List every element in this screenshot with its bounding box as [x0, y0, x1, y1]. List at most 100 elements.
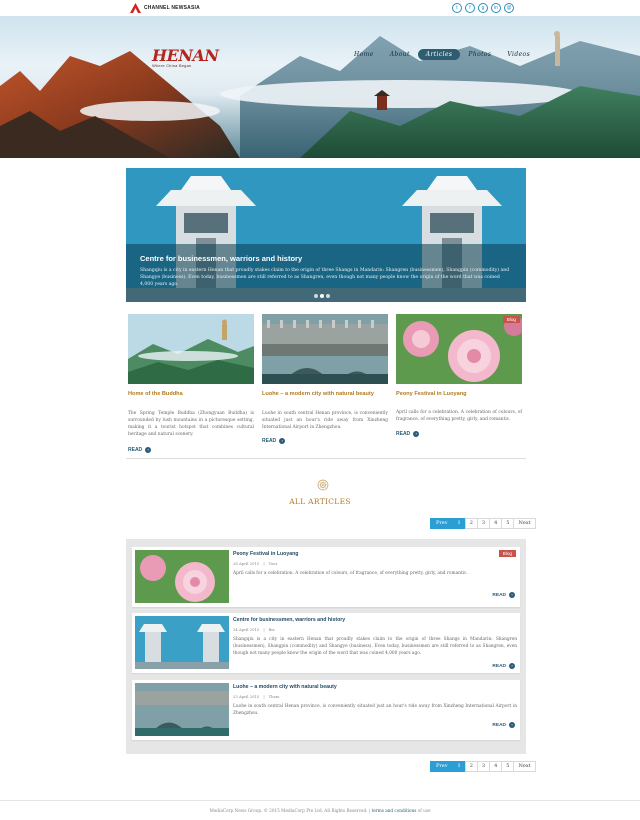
featured-card-peony: Blog Peony Festival in Luoyang April cal… [396, 314, 522, 437]
read-label: READ [492, 663, 506, 669]
googleplus-icon[interactable]: g [478, 3, 488, 13]
pagination-prev[interactable]: Prev [430, 761, 454, 772]
featured-title[interactable]: Luohe – a modern city with natural beaut… [262, 391, 374, 397]
nav-videos[interactable]: Videos [499, 49, 538, 60]
cna-logo[interactable]: CHANNEL NEWSASIA [130, 3, 200, 13]
article-tag[interactable]: Tour [269, 561, 278, 566]
read-more-link[interactable]: READ › [492, 592, 515, 598]
article-date: 23 April 2015 [233, 694, 260, 699]
article-title[interactable]: Centre for businessmen, warriors and his… [233, 617, 345, 623]
featured-thumb[interactable] [262, 314, 388, 384]
buddha-landscape-image [128, 314, 254, 384]
arrow-right-icon: › [509, 722, 515, 728]
article-thumb[interactable] [135, 683, 229, 736]
main-nav: Home About Articles Photos Videos [346, 49, 538, 60]
read-more-link[interactable]: READ › [128, 447, 152, 453]
nav-photos[interactable]: Photos [460, 49, 499, 60]
pagination-bottom: Prev 1 2 3 4 5 Next [430, 761, 536, 772]
arrow-right-icon: › [509, 592, 515, 598]
nav-home[interactable]: Home [346, 49, 382, 60]
featured-card-luohe: Luohe – a modern city with natural beaut… [262, 314, 388, 444]
article-text: Shangqiu is a city in eastern Henan that… [233, 637, 517, 656]
nav-articles[interactable]: Articles [417, 49, 461, 60]
featured-title[interactable]: Home of the Buddha [128, 391, 183, 397]
article-meta: 24 April 2015 | Biz [233, 627, 275, 632]
hero-landscape-image [0, 31, 640, 158]
footer-text: MediaCorp News Group. © 2015 MediaCorp P… [0, 801, 640, 820]
slider-dots [314, 294, 330, 298]
featured-text: Luohe in south central Henan province, i… [262, 411, 388, 430]
article-meta: 28 April 2015 | Tour [233, 561, 277, 566]
featured-thumb[interactable] [128, 314, 254, 384]
luohe-bridge-image [135, 683, 229, 736]
article-card: Centre for businessmen, warriors and his… [132, 613, 520, 673]
read-label: READ [492, 592, 506, 598]
article-title[interactable]: Peony Festival in Luoyang [233, 551, 298, 557]
arrow-right-icon: › [509, 663, 515, 669]
slider-dot[interactable] [326, 294, 330, 298]
article-card: Luohe – a modern city with natural beaut… [132, 680, 520, 740]
featured-slider[interactable]: Centre for businessmen, warriors and his… [126, 168, 526, 302]
article-thumb[interactable] [135, 616, 229, 669]
email-icon[interactable]: @ [504, 3, 514, 13]
cna-logo-icon [130, 3, 141, 13]
read-label: READ [128, 447, 143, 453]
luohe-bridge-image [262, 314, 388, 384]
read-label: READ [492, 722, 506, 728]
article-text: Luohe in south central Henan province, i… [233, 704, 517, 716]
featured-card-buddha: Home of the Buddha The Spring Temple Bud… [128, 314, 254, 453]
facebook-icon[interactable]: f [465, 3, 475, 13]
pagination-next[interactable]: Next [513, 761, 536, 772]
featured-text: April calls for a celebration. A celebra… [396, 410, 522, 422]
featured-title[interactable]: Peony Festival in Luoyang [396, 391, 467, 397]
meta-separator: | [263, 561, 265, 566]
article-title[interactable]: Luohe – a modern city with natural beaut… [233, 684, 337, 690]
arrow-right-icon: › [279, 438, 286, 444]
arrow-right-icon: › [413, 431, 420, 437]
henan-logo[interactable]: HENAN Where China Began [152, 46, 219, 68]
twitter-icon[interactable]: t [452, 3, 462, 13]
slide-text: Shangqiu is a city in eastern Henan that… [140, 268, 510, 287]
blog-badge: Blog [498, 550, 516, 557]
article-card: Peony Festival in Luoyang 28 April 2015 … [132, 547, 520, 607]
lotus-ornament-icon [317, 476, 329, 495]
article-meta: 23 April 2015 | Them [233, 694, 279, 699]
terms-link[interactable]: terms and conditions [372, 808, 417, 813]
pagination-top: Prev 1 2 3 4 5 Next [430, 518, 536, 529]
social-links: t f g in @ [452, 3, 514, 13]
meta-separator: | [263, 694, 265, 699]
read-more-link[interactable]: READ › [262, 438, 286, 444]
peony-flower-image [396, 314, 522, 384]
article-thumb[interactable] [135, 550, 229, 603]
read-label: READ [396, 431, 411, 437]
nav-about[interactable]: About [382, 49, 418, 60]
read-more-link[interactable]: READ › [492, 722, 515, 728]
article-tag[interactable]: Them [269, 694, 280, 699]
featured-text: The Spring Temple Buddha (Zhongyuan Budd… [128, 411, 254, 437]
read-more-link[interactable]: READ › [396, 431, 420, 437]
article-date: 24 April 2015 [233, 627, 260, 632]
gate-towers-image [135, 616, 229, 669]
slider-dot[interactable] [314, 294, 318, 298]
read-more-link[interactable]: READ › [492, 663, 515, 669]
footer-copyright: MediaCorp News Group. © 2015 MediaCorp P… [209, 808, 371, 813]
pagination-next[interactable]: Next [513, 518, 536, 529]
featured-thumb[interactable]: Blog [396, 314, 522, 384]
footer: MediaCorp News Group. © 2015 MediaCorp P… [0, 800, 640, 820]
article-text: April calls for a celebration. A celebra… [233, 571, 468, 576]
peony-flower-image [135, 550, 229, 603]
all-articles-heading: ALL ARTICLES [289, 497, 351, 506]
article-list: Peony Festival in Luoyang 28 April 2015 … [126, 539, 526, 754]
slider-dot-active[interactable] [320, 294, 324, 298]
linkedin-icon[interactable]: in [491, 3, 501, 13]
slide-title[interactable]: Centre for businessmen, warriors and his… [140, 254, 302, 263]
meta-separator: | [263, 627, 265, 632]
hero-banner: HENAN Where China Began Home About Artic… [0, 16, 640, 158]
pagination-prev[interactable]: Prev [430, 518, 454, 529]
cna-brand-text: CHANNEL NEWSASIA [144, 5, 200, 11]
article-tag[interactable]: Biz [269, 627, 275, 632]
top-bar: CHANNEL NEWSASIA t f g in @ [0, 0, 640, 16]
arrow-right-icon: › [145, 447, 152, 453]
blog-badge: Blog [502, 316, 520, 323]
read-label: READ [262, 438, 277, 444]
